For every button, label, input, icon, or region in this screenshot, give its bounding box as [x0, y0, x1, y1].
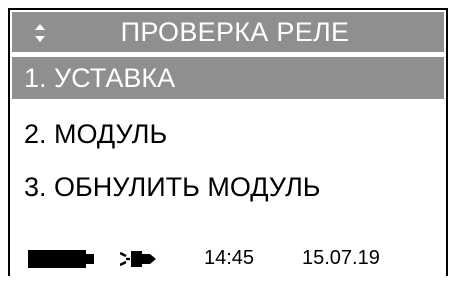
clock-date: 15.07.19 — [302, 247, 380, 269]
page-title: ПРОВЕРКА РЕЛЕ — [120, 17, 350, 47]
menu-item-reset-modul[interactable]: 3. ОБНУЛИТЬ МОДУЛЬ — [12, 166, 444, 208]
battery-icon — [28, 250, 94, 268]
power-plug-icon — [120, 251, 156, 267]
clock-time: 14:45 — [204, 247, 255, 269]
menu-item-ustavka[interactable]: 1. УСТАВКА — [12, 57, 444, 99]
title-bar: ПРОВЕРКА РЕЛЕ — [12, 12, 444, 52]
status-bar: 14:45 15.07.19 — [12, 240, 444, 276]
menu-item-modul[interactable]: 2. МОДУЛЬ — [12, 113, 444, 155]
